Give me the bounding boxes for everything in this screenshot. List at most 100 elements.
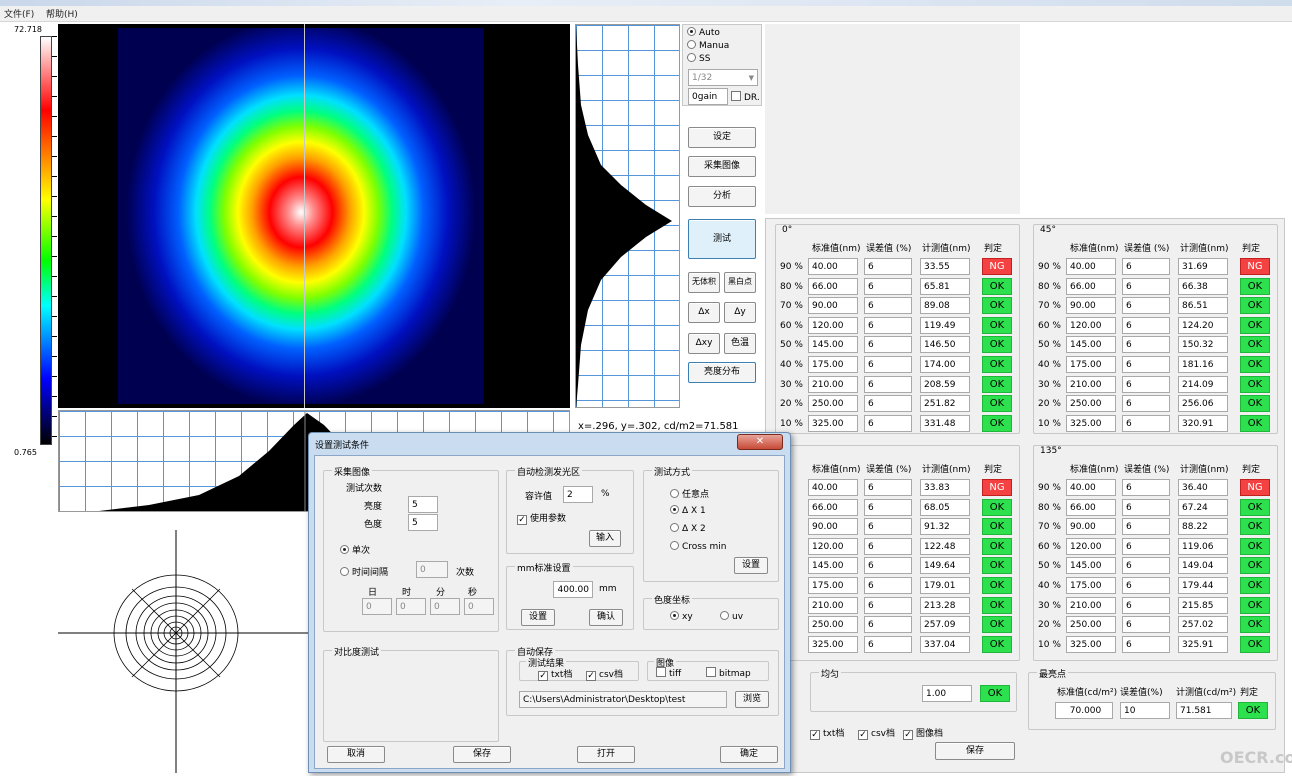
- cell-std[interactable]: 66.00: [1066, 277, 1116, 295]
- luminance-distribution-button[interactable]: 亮度分布: [688, 362, 756, 383]
- cell-std[interactable]: 66.00: [808, 498, 858, 516]
- cell-std[interactable]: 120.00: [808, 537, 858, 555]
- cell-std[interactable]: 66.00: [1066, 498, 1116, 516]
- save-image-checkbox[interactable]: ✓ 图像档: [903, 726, 943, 740]
- uniformity-value[interactable]: 1.00: [922, 685, 972, 702]
- cell-meas[interactable]: 36.40: [1178, 479, 1228, 496]
- cell-std[interactable]: 210.00: [1066, 596, 1116, 614]
- hour-field[interactable]: 0: [396, 598, 426, 615]
- cell-std[interactable]: 210.00: [808, 375, 858, 393]
- cell-meas[interactable]: 325.91: [1178, 635, 1228, 653]
- capture-image-button[interactable]: 采集图像: [688, 156, 756, 177]
- cell-std[interactable]: 145.00: [1066, 336, 1116, 354]
- color-temp-button[interactable]: 色温: [724, 333, 756, 354]
- cell-tol[interactable]: 6: [864, 596, 912, 614]
- cell-tol[interactable]: 6: [864, 557, 912, 575]
- cell-meas[interactable]: 68.05: [920, 498, 970, 516]
- cell-std[interactable]: 325.00: [1066, 635, 1116, 653]
- cell-std[interactable]: 90.00: [1066, 518, 1116, 536]
- cell-meas[interactable]: 337.04: [920, 635, 970, 653]
- cell-meas[interactable]: 208.59: [920, 375, 970, 393]
- save-csv-checkbox[interactable]: ✓ csv档: [858, 726, 895, 740]
- cell-meas[interactable]: 257.02: [1178, 616, 1228, 634]
- cell-tol[interactable]: 6: [1122, 635, 1170, 653]
- cell-std[interactable]: 66.00: [808, 277, 858, 295]
- dialog-ok-button[interactable]: 确定: [720, 746, 778, 763]
- cell-std[interactable]: 90.00: [808, 518, 858, 536]
- cell-std[interactable]: 40.00: [808, 479, 858, 496]
- cell-meas[interactable]: 320.91: [1178, 414, 1228, 432]
- cell-tol[interactable]: 6: [1122, 414, 1170, 432]
- cell-std[interactable]: 40.00: [1066, 258, 1116, 275]
- cell-meas[interactable]: 214.09: [1178, 375, 1228, 393]
- cell-meas[interactable]: 86.51: [1178, 297, 1228, 315]
- cell-meas[interactable]: 174.00: [920, 356, 970, 373]
- cell-std[interactable]: 325.00: [1066, 414, 1116, 432]
- results-save-button[interactable]: 保存: [935, 742, 1015, 760]
- mm-standard-field[interactable]: 400.00: [553, 581, 593, 598]
- cell-std[interactable]: 210.00: [1066, 375, 1116, 393]
- dark-body-button[interactable]: 无体积: [688, 272, 720, 293]
- autosave-bmp-checkbox[interactable]: bitmap: [706, 667, 751, 679]
- cell-tol[interactable]: 6: [1122, 375, 1170, 393]
- save-path-field[interactable]: C:\Users\Administrator\Desktop\test: [519, 691, 727, 708]
- cell-meas[interactable]: 91.32: [920, 518, 970, 536]
- menu-help[interactable]: 帮助(H): [46, 7, 78, 20]
- radio-auto[interactable]: Auto: [687, 27, 720, 38]
- cell-tol[interactable]: 6: [864, 395, 912, 413]
- brightest-std-value[interactable]: 70.000: [1055, 702, 1113, 719]
- mode-any-point-radio[interactable]: 任意点: [670, 487, 709, 500]
- luminance-heatmap[interactable]: [58, 24, 570, 408]
- cell-meas[interactable]: 181.16: [1178, 356, 1228, 373]
- cell-std[interactable]: 175.00: [808, 577, 858, 594]
- day-field[interactable]: 0: [362, 598, 392, 615]
- cell-tol[interactable]: 6: [864, 479, 912, 496]
- cell-tol[interactable]: 6: [864, 635, 912, 653]
- input-button[interactable]: 输入: [589, 530, 621, 547]
- cell-tol[interactable]: 6: [864, 498, 912, 516]
- mode-delta-x1-radio[interactable]: Δ X 1: [670, 505, 706, 516]
- cell-tol[interactable]: 6: [1122, 537, 1170, 555]
- interval-count-field[interactable]: 0: [416, 561, 448, 578]
- xy-radio[interactable]: xy: [670, 611, 693, 622]
- delta-xy-button[interactable]: Δxy: [688, 333, 720, 354]
- mm-setup-button[interactable]: 设置: [521, 609, 555, 626]
- cell-tol[interactable]: 6: [1122, 297, 1170, 315]
- cell-tol[interactable]: 6: [864, 414, 912, 432]
- cell-meas[interactable]: 33.83: [920, 479, 970, 496]
- cell-meas[interactable]: 122.48: [920, 537, 970, 555]
- radio-manual[interactable]: Manua: [687, 40, 729, 51]
- cell-tol[interactable]: 6: [1122, 277, 1170, 295]
- cell-meas[interactable]: 124.20: [1178, 316, 1228, 334]
- cell-tol[interactable]: 6: [864, 616, 912, 634]
- cell-tol[interactable]: 6: [1122, 356, 1170, 373]
- cell-std[interactable]: 210.00: [808, 596, 858, 614]
- cell-tol[interactable]: 6: [1122, 596, 1170, 614]
- cell-tol[interactable]: 6: [1122, 395, 1170, 413]
- cell-std[interactable]: 325.00: [808, 414, 858, 432]
- cell-meas[interactable]: 89.08: [920, 297, 970, 315]
- cell-tol[interactable]: 6: [1122, 577, 1170, 594]
- cell-std[interactable]: 145.00: [808, 557, 858, 575]
- cell-meas[interactable]: 66.38: [1178, 277, 1228, 295]
- settings-button[interactable]: 设定: [688, 127, 756, 148]
- cell-meas[interactable]: 31.69: [1178, 258, 1228, 275]
- cell-tol[interactable]: 6: [864, 577, 912, 594]
- cell-tol[interactable]: 6: [1122, 336, 1170, 354]
- cell-tol[interactable]: 6: [864, 277, 912, 295]
- cell-std[interactable]: 175.00: [808, 356, 858, 373]
- cell-tol[interactable]: 6: [1122, 557, 1170, 575]
- delta-y-button[interactable]: Δy: [724, 302, 756, 323]
- cell-tol[interactable]: 6: [864, 316, 912, 334]
- cell-meas[interactable]: 213.28: [920, 596, 970, 614]
- single-radio[interactable]: 单次: [340, 543, 370, 556]
- cell-tol[interactable]: 6: [1122, 316, 1170, 334]
- shutter-select[interactable]: 1/32 ▼: [688, 69, 758, 86]
- brightness-count-field[interactable]: 5: [408, 496, 438, 513]
- cell-meas[interactable]: 33.55: [920, 258, 970, 275]
- chroma-count-field[interactable]: 5: [408, 514, 438, 531]
- cell-std[interactable]: 250.00: [808, 395, 858, 413]
- cell-tol[interactable]: 6: [864, 518, 912, 536]
- black-white-point-button[interactable]: 黑白点: [724, 272, 756, 293]
- cell-std[interactable]: 120.00: [808, 316, 858, 334]
